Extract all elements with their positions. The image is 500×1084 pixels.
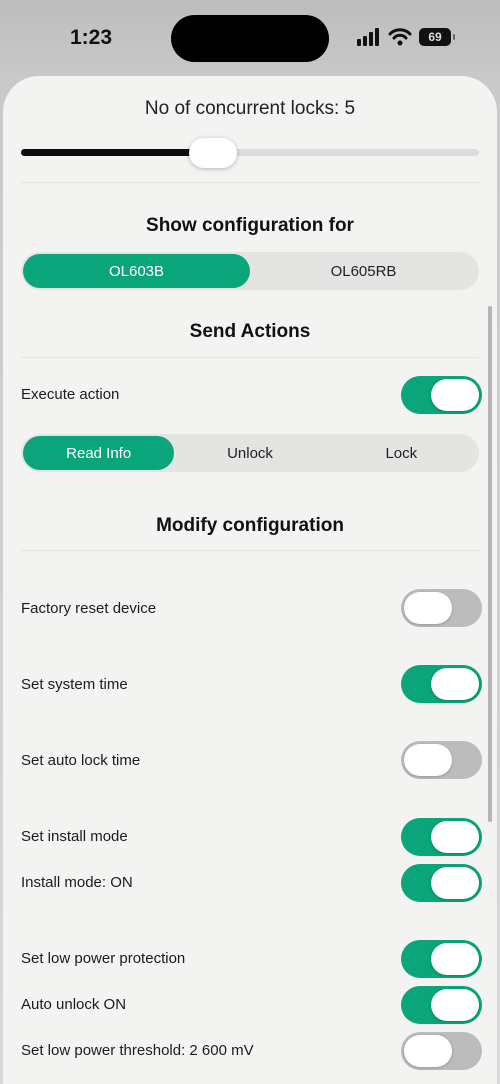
slider-thumb[interactable] (189, 138, 237, 168)
toggle-knob (431, 379, 479, 411)
set-low-power-protection-toggle[interactable] (401, 940, 482, 978)
set-auto-lock-time-toggle[interactable] (401, 741, 482, 779)
low-power-threshold-label: Set low power threshold: 2 600 mV (21, 1042, 254, 1059)
toggle-knob (404, 744, 452, 776)
toggle-knob (431, 867, 479, 899)
concurrent-locks-label: No of concurrent locks: 5 (144, 98, 356, 119)
divider (21, 550, 479, 551)
segment-lock[interactable]: Lock (326, 436, 477, 470)
divider (21, 357, 479, 358)
factory-reset-toggle[interactable] (401, 589, 482, 627)
status-bar: 1:23 69 (0, 0, 500, 76)
segment-unlock[interactable]: Unlock (174, 436, 325, 470)
segment-ol603b[interactable]: OL603B (23, 254, 250, 288)
toggle-knob (431, 668, 479, 700)
auto-unlock-toggle[interactable] (401, 986, 482, 1024)
modify-configuration-title: Modify configuration (156, 515, 344, 536)
set-low-power-protection-label: Set low power protection (21, 950, 186, 967)
wifi-icon (388, 28, 412, 46)
configuration-sheet: No of concurrent locks: 5 Show configura… (3, 76, 497, 1084)
divider (21, 182, 479, 183)
status-time: 1:23 (70, 26, 113, 49)
set-auto-lock-time-label: Set auto lock time (21, 752, 141, 769)
device-model-segmented-control[interactable]: OL603B OL605RB (21, 252, 479, 290)
segment-ol605rb[interactable]: OL605RB (250, 254, 477, 288)
slider-fill (21, 149, 213, 156)
install-mode-label: Install mode: ON (21, 874, 133, 891)
set-install-mode-toggle[interactable] (401, 818, 482, 856)
toggle-knob (431, 943, 479, 975)
dynamic-island (171, 15, 329, 62)
auto-unlock-label: Auto unlock ON (21, 996, 127, 1013)
toggle-knob (404, 1035, 452, 1067)
concurrent-locks-slider[interactable] (21, 138, 479, 168)
toggle-knob (431, 989, 479, 1021)
segment-read-info[interactable]: Read Info (23, 436, 175, 470)
install-mode-toggle[interactable] (401, 864, 482, 902)
execute-action-toggle[interactable] (401, 376, 482, 414)
low-power-threshold-toggle[interactable] (401, 1032, 482, 1070)
cellular-signal-icon (357, 28, 379, 46)
set-system-time-label: Set system time (21, 676, 128, 693)
set-install-mode-label: Set install mode (21, 828, 128, 845)
action-segmented-control[interactable]: Read Info Unlock Lock (21, 434, 479, 472)
set-system-time-toggle[interactable] (401, 665, 482, 703)
toggle-knob (431, 821, 479, 853)
status-icons: 69 (357, 26, 455, 48)
execute-action-label: Execute action (21, 386, 120, 403)
battery-icon: 69 (419, 28, 455, 46)
toggle-knob (404, 592, 452, 624)
factory-reset-label: Factory reset device (21, 600, 157, 617)
show-configuration-title: Show configuration for (146, 215, 354, 236)
scrollbar[interactable] (488, 306, 492, 822)
send-actions-title: Send Actions (189, 321, 311, 342)
